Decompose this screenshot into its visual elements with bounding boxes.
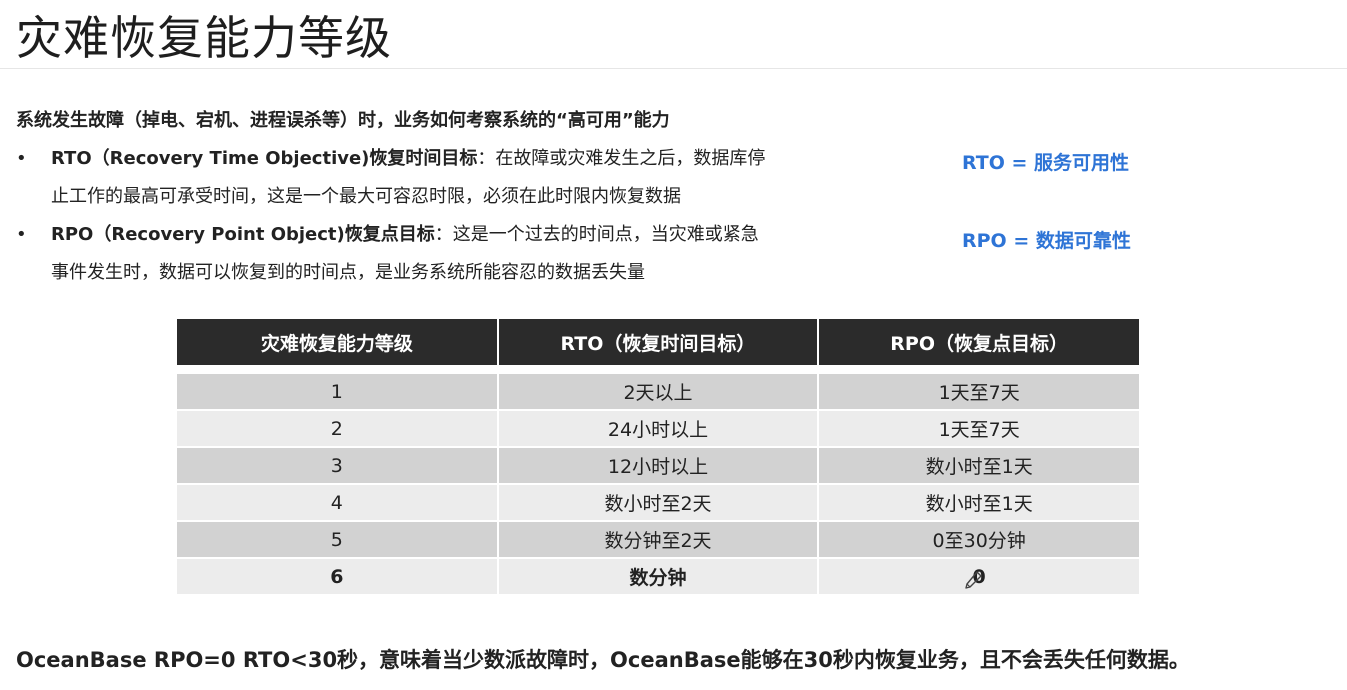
bullet-dot: • xyxy=(16,224,27,245)
table-header-row: 灾难恢复能力等级 RTO（恢复时间目标） RPO（恢复点目标） xyxy=(177,319,1139,366)
bullet-dot: • xyxy=(16,148,27,169)
cell-rpo: 0至30分钟 xyxy=(818,520,1139,558)
cell-level: 5 xyxy=(177,520,499,558)
cell-rpo: 1天至7天 xyxy=(818,409,1139,447)
bullet-rpo-desc-2: 事件发生时，数据可以恢复到的时间点，是业务系统所能容忍的数据丢失量 xyxy=(51,262,645,283)
bullet-rto-desc-2: 止工作的最高可承受时间，这是一个最大可容忍时限，必须在此时限内恢复数据 xyxy=(51,186,681,207)
cell-level: 2 xyxy=(177,409,499,447)
bullet-rpo-term: RPO（Recovery Point Object)恢复点目标 xyxy=(51,224,435,245)
note-rpo-reliability: RPO = 数据可靠性 xyxy=(962,230,1131,252)
bullet-rto-desc-1: ：在故障或灾难发生之后，数据库停 xyxy=(477,148,766,169)
cell-rto: 12小时以上 xyxy=(497,446,820,484)
header-gap xyxy=(177,365,1139,373)
header-rto: RTO（恢复时间目标） xyxy=(497,319,820,366)
bullet-rpo-desc-1: ：这是一个过去的时间点，当灾难或紧急 xyxy=(434,224,759,245)
cell-rto: 2天以上 xyxy=(497,372,820,410)
page-title: 灾难恢复能力等级 xyxy=(16,11,392,65)
cell-level: 6 xyxy=(177,557,499,594)
table-row: 2 24小时以上 1天至7天 xyxy=(177,409,1139,447)
intro-text: 系统发生故障（掉电、宕机、进程误杀等）时，业务如何考察系统的“高可用”能力 xyxy=(16,110,670,131)
cell-rpo: 数小时至1天 xyxy=(818,446,1139,484)
table-row: 3 12小时以上 数小时至1天 xyxy=(177,446,1139,484)
cell-rto: 数小时至2天 xyxy=(497,483,820,521)
bullet-rto-line-1: RTO（Recovery Time Objective)恢复时间目标：在故障或灾… xyxy=(51,140,896,178)
table-row: 6 数分钟 0 xyxy=(177,557,1139,594)
bullet-rpo-line-1: RPO（Recovery Point Object)恢复点目标：这是一个过去的时… xyxy=(51,216,896,254)
bullet-rpo: • RPO（Recovery Point Object)恢复点目标：这是一个过去… xyxy=(16,216,896,292)
table-row: 1 2天以上 1天至7天 xyxy=(177,372,1139,410)
cell-rto: 数分钟至2天 xyxy=(497,520,820,558)
table-row: 4 数小时至2天 数小时至1天 xyxy=(177,483,1139,521)
bullet-rto-term: RTO（Recovery Time Objective)恢复时间目标 xyxy=(51,148,478,169)
pen-cursor-icon xyxy=(965,571,982,589)
cell-rto: 24小时以上 xyxy=(497,409,820,447)
cell-rpo: 1天至7天 xyxy=(818,372,1139,410)
cell-rto: 数分钟 xyxy=(497,557,820,594)
bullet-rto: • RTO（Recovery Time Objective)恢复时间目标：在故障… xyxy=(16,140,896,216)
title-divider xyxy=(0,68,1347,69)
note-rto-availability: RTO = 服务可用性 xyxy=(962,152,1130,174)
header-rpo: RPO（恢复点目标） xyxy=(818,319,1139,366)
cell-level: 4 xyxy=(177,483,499,521)
table-row: 5 数分钟至2天 0至30分钟 xyxy=(177,520,1139,558)
footer-summary: OceanBase RPO=0 RTO<30秒，意味着当少数派故障时，Ocean… xyxy=(16,648,1190,672)
cell-rpo: 数小时至1天 xyxy=(818,483,1139,521)
recovery-level-table: 灾难恢复能力等级 RTO（恢复时间目标） RPO（恢复点目标） 1 2天以上 1… xyxy=(177,319,1139,594)
cell-level: 1 xyxy=(177,372,499,410)
header-level: 灾难恢复能力等级 xyxy=(177,319,499,366)
cell-level: 3 xyxy=(177,446,499,484)
